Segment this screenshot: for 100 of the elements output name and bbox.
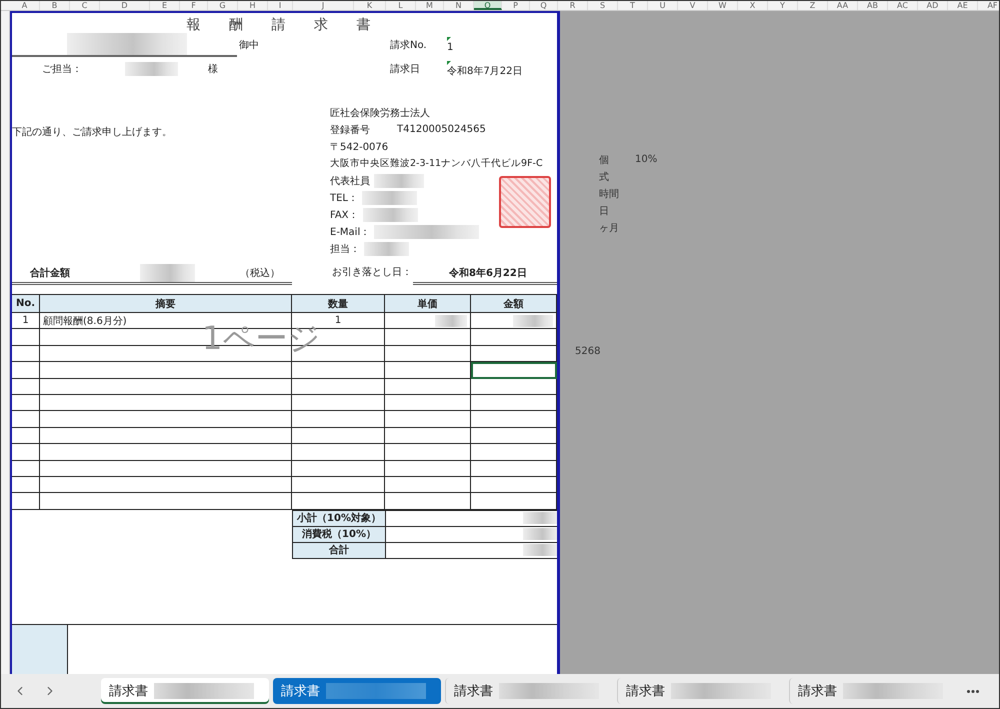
column-header[interactable]: P xyxy=(502,1,530,10)
table-cell xyxy=(12,394,40,412)
table-cell[interactable] xyxy=(471,411,557,428)
blurred-amount xyxy=(523,512,557,524)
column-header[interactable]: T xyxy=(618,1,648,10)
registration-label: 登録番号 xyxy=(330,124,371,136)
table-cell xyxy=(12,329,40,346)
address-text: 大阪市中央区難波2-3-11ナンバ八千代ビル9F-C xyxy=(330,157,543,170)
registration-number: T4120005024565 xyxy=(397,124,486,135)
contact-suffix: 様 xyxy=(208,62,219,76)
contact-field-label: 代表社員 xyxy=(330,174,370,188)
column-header[interactable]: AA xyxy=(828,1,858,10)
column-header[interactable]: S xyxy=(588,1,618,10)
contact-label: ご担当： xyxy=(42,62,83,76)
sheet-tab[interactable]: 請求書 xyxy=(617,678,785,704)
sheet-tab[interactable]: 請求書 xyxy=(445,678,613,704)
blurred-amount xyxy=(523,528,557,540)
table-cell xyxy=(12,346,40,362)
column-header[interactable]: M xyxy=(416,1,444,10)
table-cell[interactable] xyxy=(471,460,557,477)
unit-label: 日 xyxy=(599,204,610,218)
column-header[interactable]: W xyxy=(708,1,738,10)
contact-field-label: TEL： xyxy=(330,192,358,204)
contact-field-label: FAX： xyxy=(330,208,359,222)
table-cell[interactable] xyxy=(471,476,557,494)
column-header[interactable]: E xyxy=(150,1,180,10)
column-header[interactable]: O xyxy=(474,1,502,10)
column-header[interactable]: V xyxy=(678,1,708,10)
table-cell[interactable] xyxy=(471,362,557,379)
table-cell[interactable] xyxy=(471,444,557,461)
cell-value: 5268 xyxy=(575,346,600,357)
rate-text: 10% xyxy=(635,154,658,165)
column-header[interactable]: I xyxy=(268,1,293,10)
column-header[interactable]: L xyxy=(386,1,416,10)
blurred-value xyxy=(362,190,417,204)
table-cell xyxy=(12,378,40,395)
column-header[interactable]: A xyxy=(10,1,40,10)
blurred-amount xyxy=(140,264,195,282)
summary-label: 小計（10%対象） xyxy=(293,510,386,527)
contact-field-label: E-Mail： xyxy=(330,226,370,238)
table-cell[interactable] xyxy=(471,313,557,330)
sheet-tab[interactable]: 請求書 xyxy=(273,678,441,704)
invoice-title: 報 酬 請 求 書 xyxy=(186,16,384,34)
column-header[interactable]: D xyxy=(100,1,150,10)
table-cell xyxy=(12,460,40,477)
column-header[interactable]: Z xyxy=(798,1,828,10)
column-header[interactable]: B xyxy=(40,1,70,10)
blurred-value xyxy=(362,208,418,222)
sheet-tab[interactable]: 請求書 xyxy=(101,678,269,704)
seal-stamp xyxy=(499,176,551,228)
table-header: 単価 xyxy=(385,295,471,313)
column-header[interactable]: H xyxy=(238,1,268,10)
tax-note: （税込） xyxy=(240,266,280,280)
column-header[interactable]: F xyxy=(180,1,208,10)
table-cell: 1 xyxy=(12,313,40,330)
table-cell[interactable] xyxy=(471,329,557,346)
unit-label: 個 xyxy=(599,154,610,166)
table-cell[interactable] xyxy=(471,394,557,412)
debit-label: お引き落とし日： xyxy=(332,266,413,280)
column-header[interactable]: J xyxy=(293,1,354,10)
column-header[interactable]: AD xyxy=(918,1,948,10)
table-cell xyxy=(12,476,40,494)
column-header[interactable]: Q xyxy=(530,1,558,10)
column-header[interactable]: AB xyxy=(858,1,888,10)
blurred-amount xyxy=(523,544,557,556)
unit-label: 時間 xyxy=(599,188,620,200)
column-header[interactable]: AC xyxy=(888,1,918,10)
table-cell xyxy=(12,362,40,379)
company-name: 匠社会保険労務士法人 xyxy=(330,106,430,120)
table-header: No. xyxy=(12,295,40,313)
column-header[interactable]: AE xyxy=(948,1,978,10)
table-cell[interactable] xyxy=(471,378,557,395)
column-header[interactable]: C xyxy=(70,1,100,10)
blurred-name xyxy=(125,62,178,76)
blurred-amount xyxy=(435,314,467,327)
table-cell[interactable] xyxy=(471,346,557,362)
column-header[interactable]: K xyxy=(354,1,386,10)
table-cell[interactable] xyxy=(471,493,557,510)
postal-code: 〒542-0076 xyxy=(330,140,388,154)
contact-field-label: 担当： xyxy=(330,242,360,256)
blurred-value xyxy=(364,242,409,256)
unit-label: 式 xyxy=(599,170,610,184)
table-cell[interactable] xyxy=(471,428,557,444)
column-header[interactable]: Y xyxy=(768,1,798,10)
meta-label: 請求No. xyxy=(390,38,428,52)
column-header[interactable]: U xyxy=(648,1,678,10)
addressee-suffix: 御中 xyxy=(239,38,260,52)
table-cell xyxy=(12,493,40,510)
blurred-amount xyxy=(513,314,553,327)
debit-date: 令和8年6月22日 xyxy=(449,266,527,280)
table-header: 数量 xyxy=(292,295,385,313)
column-header[interactable]: AF xyxy=(978,1,999,10)
summary-label: 消費税（10%） xyxy=(293,526,386,543)
sheet-tab[interactable]: 請求書 xyxy=(789,678,957,704)
column-header[interactable]: X xyxy=(738,1,768,10)
table-cell xyxy=(12,411,40,428)
intro-text: 下記の通り、ご請求申し上げます。 xyxy=(12,127,172,138)
column-header[interactable]: R xyxy=(558,1,588,10)
column-header[interactable]: G xyxy=(208,1,238,10)
more-icon xyxy=(967,690,979,692)
